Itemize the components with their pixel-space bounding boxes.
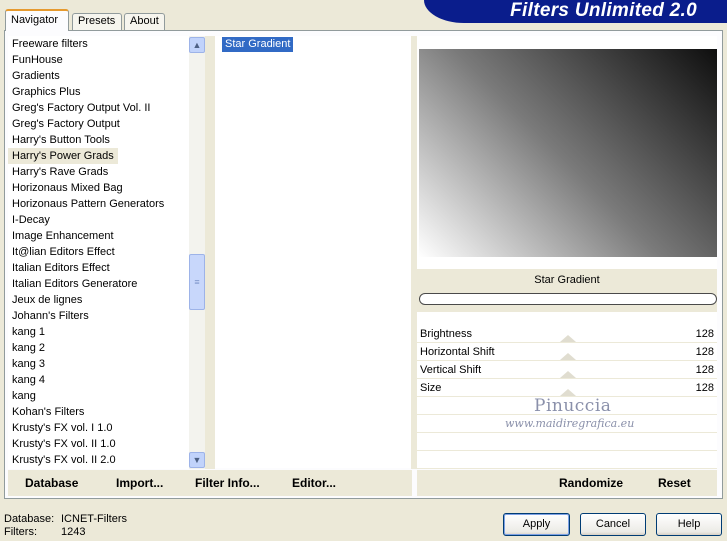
divider: [205, 36, 215, 469]
category-item[interactable]: Greg's Factory Output: [8, 116, 196, 132]
left-toolbar: Database Import... Filter Info... Editor…: [8, 470, 412, 496]
apply-button[interactable]: Apply: [503, 513, 570, 536]
app-title: Filters Unlimited 2.0: [510, 0, 697, 21]
filter-info-button[interactable]: Filter Info...: [195, 476, 260, 490]
category-item[interactable]: kang: [8, 388, 196, 404]
cancel-button[interactable]: Cancel: [580, 513, 646, 536]
category-scrollbar[interactable]: ▲ ≡ ▼: [189, 36, 205, 469]
category-item[interactable]: Kohan's Filters: [8, 404, 196, 420]
param-row[interactable]: Horizontal Shift 128: [417, 343, 717, 361]
filters-count: 1243: [61, 526, 86, 538]
category-item[interactable]: Gradients: [8, 68, 196, 84]
category-item[interactable]: kang 4: [8, 372, 196, 388]
param-row[interactable]: Brightness 128: [417, 325, 717, 343]
watermark-title: Pinuccia: [534, 396, 612, 416]
category-item[interactable]: kang 3: [8, 356, 196, 372]
category-item[interactable]: Italian Editors Effect: [8, 260, 196, 276]
right-toolbar: Randomize Reset: [417, 470, 717, 496]
category-item[interactable]: I-Decay: [8, 212, 196, 228]
category-item[interactable]: Greg's Factory Output Vol. II: [8, 100, 196, 116]
grip-icon: ≡: [194, 277, 200, 287]
param-label: Vertical Shift: [420, 364, 482, 376]
scroll-down-button[interactable]: ▼: [189, 452, 205, 468]
param-value: 128: [695, 364, 714, 376]
tab-about[interactable]: About: [124, 13, 165, 30]
empty-param-row: [417, 451, 717, 469]
filters-info: Filters: 1243: [4, 526, 85, 538]
tab-navigator[interactable]: Navigator: [5, 9, 69, 31]
category-item[interactable]: Horizonaus Mixed Bag: [8, 180, 196, 196]
filter-list[interactable]: Star Gradient: [215, 36, 411, 468]
category-item[interactable]: Harry's Button Tools: [8, 132, 196, 148]
param-value: 128: [695, 346, 714, 358]
category-item[interactable]: Johann's Filters: [8, 308, 196, 324]
category-item[interactable]: Horizonaus Pattern Generators: [8, 196, 196, 212]
filter-item-star-gradient[interactable]: Star Gradient: [222, 37, 294, 52]
category-item[interactable]: Jeux de lignes: [8, 292, 196, 308]
param-label: Brightness: [420, 328, 472, 340]
param-value: 128: [695, 382, 714, 394]
category-item[interactable]: Krusty's FX vol. II 2.0: [8, 452, 196, 468]
randomize-button[interactable]: Randomize: [559, 476, 623, 490]
import-button[interactable]: Import...: [116, 476, 163, 490]
chevron-down-icon: ▼: [192, 455, 202, 465]
editor-button[interactable]: Editor...: [292, 476, 336, 490]
slider-marker-icon: [560, 335, 576, 342]
reset-button[interactable]: Reset: [658, 476, 691, 490]
param-row[interactable]: Size 128: [417, 379, 717, 397]
chevron-up-icon: ▲: [192, 40, 202, 50]
slider-marker-icon: [560, 353, 576, 360]
database-label: Database:: [4, 513, 55, 525]
param-label: Size: [420, 382, 442, 394]
scroll-thumb[interactable]: ≡: [189, 254, 205, 310]
slider-marker-icon: [560, 371, 576, 378]
category-item[interactable]: kang 2: [8, 340, 196, 356]
progress-bar: [419, 293, 717, 305]
category-item[interactable]: kang 1: [8, 324, 196, 340]
help-button[interactable]: Help: [656, 513, 722, 536]
category-item[interactable]: Harry's Rave Grads: [8, 164, 196, 180]
preview-filter-name: Star Gradient: [534, 274, 600, 286]
database-button[interactable]: Database: [25, 476, 78, 490]
app-banner: Filters Unlimited 2.0: [424, 0, 727, 23]
category-item[interactable]: Krusty's FX vol. II 1.0: [8, 436, 196, 452]
category-item[interactable]: Graphics Plus: [8, 84, 196, 100]
empty-param-row: [417, 433, 717, 451]
filters-label: Filters:: [4, 526, 37, 538]
tab-presets[interactable]: Presets: [72, 13, 122, 30]
category-item[interactable]: FunHouse: [8, 52, 196, 68]
param-value: 128: [695, 328, 714, 340]
category-item[interactable]: It@lian Editors Effect: [8, 244, 196, 260]
database-info: Database: ICNET-Filters: [4, 513, 127, 525]
param-row[interactable]: Vertical Shift 128: [417, 361, 717, 379]
preview-header: Star Gradient: [417, 269, 717, 312]
category-item[interactable]: Krusty's FX vol. I 1.0: [8, 420, 196, 436]
category-item[interactable]: Image Enhancement: [8, 228, 196, 244]
category-item[interactable]: Freeware filters: [8, 36, 196, 52]
category-list[interactable]: Freeware filters FunHouse Gradients Graphic…: [8, 36, 196, 469]
scroll-up-button[interactable]: ▲: [189, 37, 205, 53]
category-item[interactable]: Harry's Power Grads: [8, 148, 118, 164]
preview-image: [419, 49, 717, 257]
param-label: Horizontal Shift: [420, 346, 495, 358]
watermark-url: www.maidiregrafica.eu: [505, 417, 635, 430]
category-item[interactable]: Italian Editors Generatore: [8, 276, 196, 292]
slider-marker-icon: [560, 389, 576, 396]
database-value: ICNET-Filters: [61, 513, 127, 525]
